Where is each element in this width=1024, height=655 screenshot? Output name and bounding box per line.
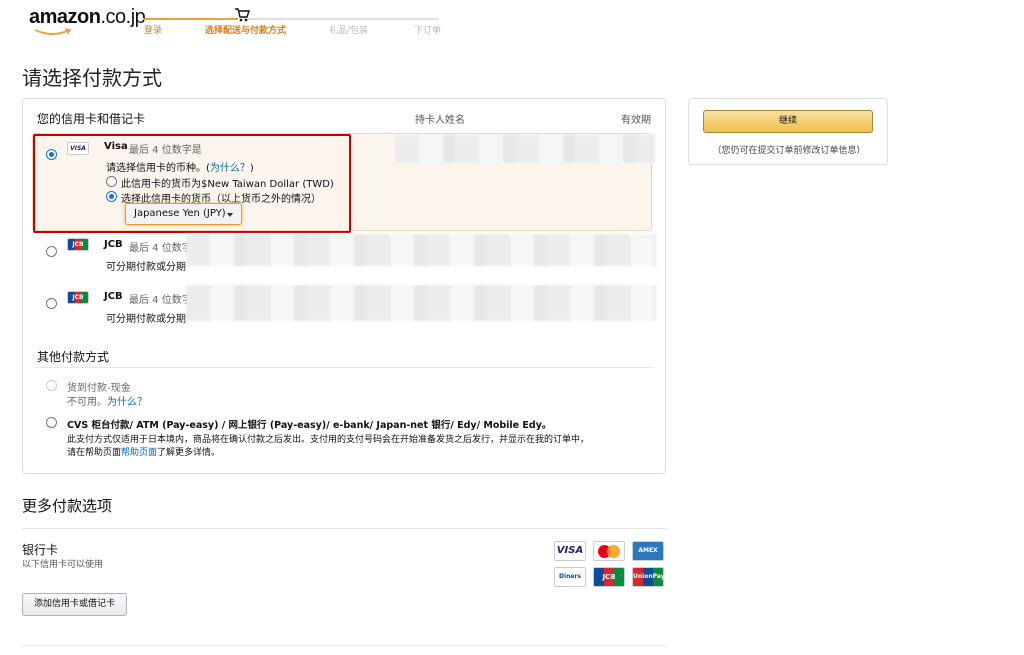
continue-note: （您仍可在提交订单前修改订单信息） — [712, 146, 866, 156]
cart-icon — [235, 8, 250, 22]
step-gift-wrap: 礼品/包装 — [329, 26, 369, 36]
jcb-2-brand-label: JCB — [104, 291, 123, 302]
progress-todo-line — [243, 18, 439, 20]
help-page-link[interactable]: 帮助页面 — [121, 448, 157, 458]
cvs-description: 此支付方式仅适用于日本境内，商品将在确认付款之后发出。支付用的支付号码会在开始准… — [67, 435, 590, 445]
jcb-card-2-radio[interactable] — [46, 298, 57, 309]
logo-text: amazon.co.jp — [29, 6, 146, 28]
bank-card-title: 银行卡 — [22, 543, 59, 557]
add-card-button[interactable]: 添加信用卡或借记卡 — [22, 593, 127, 616]
cod-why-link[interactable]: 为什么？ — [107, 397, 147, 408]
bank-card-subtitle: 以下信用卡可以使用 — [22, 560, 104, 570]
cvs-radio[interactable] — [46, 417, 57, 428]
redacted-card-details — [186, 234, 656, 266]
cod-radio — [46, 380, 57, 391]
step-shipping-payment: 选择配送与付款方式 — [205, 26, 287, 36]
cards-section-title: 您的信用卡和借记卡 — [37, 112, 146, 126]
unionpay-brand-icon: UnionPay — [632, 567, 665, 587]
divider — [22, 645, 666, 646]
expiry-column-header: 有效期 — [621, 115, 651, 126]
holder-column-header: 持卡人姓名 — [415, 115, 465, 126]
jcb-2-last4-label: 最后 4 位数字 — [129, 295, 192, 306]
page-title: 请选择付款方式 — [22, 66, 162, 90]
visa-brand-icon: VISA — [554, 541, 586, 561]
cod-unavailable: 不可用。为什么？ — [67, 397, 147, 408]
redacted-card-details — [186, 285, 656, 321]
step-place-order: 下订单 — [414, 26, 442, 36]
divider — [22, 528, 666, 529]
divider — [37, 367, 653, 368]
other-methods-title: 其他付款方式 — [37, 350, 110, 364]
jcb-brand-icon: JCB — [593, 567, 625, 587]
cvs-help-text: 请在帮助页面帮助页面了解更多详情。 — [67, 448, 221, 458]
jcb-2-installment-note: 可分期付款或分期 — [106, 314, 186, 325]
amex-brand-icon: AMEX — [632, 541, 664, 561]
mastercard-brand-icon — [593, 541, 625, 561]
more-options-title: 更多付款选项 — [22, 497, 113, 515]
cod-label: 货到付款-现金 — [67, 383, 131, 394]
continue-box: 继续 （您仍可在提交订单前修改订单信息） — [688, 98, 888, 165]
jcb-1-brand-label: JCB — [104, 239, 123, 250]
payment-methods-box: 您的信用卡和借记卡 持卡人姓名 有效期 VISA Visa 最后 4 位数字是 … — [22, 98, 666, 474]
jcb-card-icon: JCB — [67, 238, 89, 251]
checkout-progress: 登录 选择配送与付款方式 礼品/包装 下订单 — [143, 6, 443, 36]
step-signin[interactable]: 登录 — [144, 23, 162, 36]
jcb-1-last4-label: 最后 4 位数字 — [129, 243, 192, 254]
continue-button[interactable]: 继续 — [703, 110, 873, 133]
diners-brand-icon: Diners — [554, 567, 586, 587]
redacted-card-details — [395, 135, 655, 163]
jcb-1-installment-note: 可分期付款或分期 — [106, 262, 186, 273]
cvs-label: CVS 柜台付款/ ATM (Pay-easy) / 网上银行 (Pay-eas… — [67, 420, 552, 431]
jcb-card-icon: JCB — [67, 291, 89, 304]
smile-arrow-icon — [34, 28, 72, 35]
highlight-outline — [33, 134, 351, 233]
progress-done-line — [143, 18, 238, 20]
amazon-logo[interactable]: amazon.co.jp — [29, 6, 146, 35]
jcb-card-1-radio[interactable] — [46, 246, 57, 257]
